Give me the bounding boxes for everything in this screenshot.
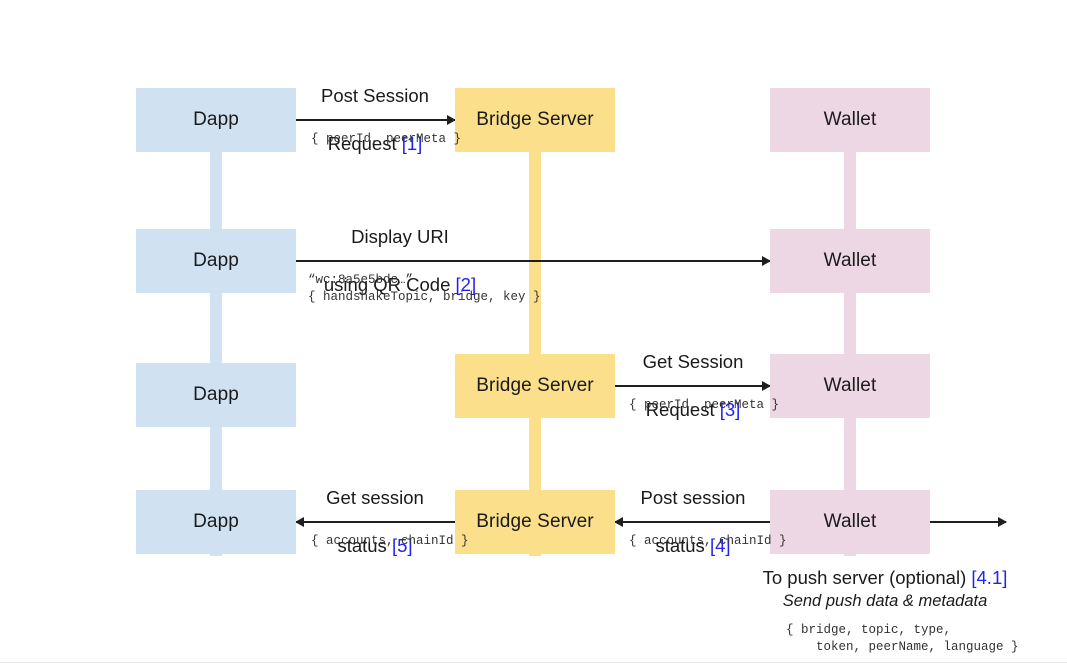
node-wallet-row4[interactable]: Wallet xyxy=(770,490,930,554)
node-label: Wallet xyxy=(823,375,877,396)
node-wallet-row1[interactable]: Wallet xyxy=(770,88,930,152)
node-label: Dapp xyxy=(193,384,239,405)
message-payload-4: { accounts, chainId } xyxy=(629,534,787,548)
node-label: Bridge Server xyxy=(476,511,594,532)
node-dapp-row3[interactable]: Dapp xyxy=(136,363,296,427)
lifeline-bridge xyxy=(529,88,541,556)
message-payload-5: { accounts, chainId } xyxy=(311,534,469,548)
node-label: Wallet xyxy=(823,109,877,130)
message-line-1: Post Session xyxy=(321,85,429,106)
node-bridge-row3[interactable]: Bridge Server xyxy=(455,354,615,418)
push-server-note: To push server (optional) [4.1] Send pus… xyxy=(740,566,1030,612)
node-label: Bridge Server xyxy=(476,375,594,396)
bottom-divider xyxy=(0,662,1067,663)
node-label: Dapp xyxy=(193,511,239,532)
node-wallet-row3[interactable]: Wallet xyxy=(770,354,930,418)
message-payload-3: { peerId, peerMeta } xyxy=(629,398,780,412)
node-dapp-row4[interactable]: Dapp xyxy=(136,490,296,554)
node-dapp-row1[interactable]: Dapp xyxy=(136,88,296,152)
node-label: Bridge Server xyxy=(476,109,594,130)
lifeline-dapp xyxy=(210,88,222,556)
node-bridge-row4[interactable]: Bridge Server xyxy=(455,490,615,554)
lifeline-wallet xyxy=(844,88,856,556)
push-note-step-number: [4.1] xyxy=(971,567,1008,588)
arrow-to-push-server xyxy=(930,517,1007,527)
node-label: Dapp xyxy=(193,250,239,271)
node-label: Dapp xyxy=(193,109,239,130)
push-note-subtitle: Send push data & metadata xyxy=(782,592,988,610)
message-line-1: Get Session xyxy=(642,351,744,372)
push-note-title-text: To push server (optional) xyxy=(762,567,972,588)
message-payload-1: { peerId, peerMeta } xyxy=(311,132,462,146)
arrowhead-right-icon xyxy=(998,517,1007,527)
node-wallet-row2[interactable]: Wallet xyxy=(770,229,930,293)
message-line-1: Display URI xyxy=(351,226,449,247)
node-label: Wallet xyxy=(823,250,877,271)
node-label: Wallet xyxy=(823,511,877,532)
node-bridge-row1[interactable]: Bridge Server xyxy=(455,88,615,152)
node-dapp-row2[interactable]: Dapp xyxy=(136,229,296,293)
message-payload-2: “wc:8a5e5bdc…” { handshakeTopic, bridge,… xyxy=(308,273,541,304)
message-line-1: Post session xyxy=(640,487,746,508)
sequence-diagram-canvas: Dapp Bridge Server Wallet Post Session R… xyxy=(0,0,1067,667)
push-note-title: To push server (optional) [4.1] xyxy=(740,566,1030,590)
push-note-payload: { bridge, topic, type, token, peerName, … xyxy=(786,623,1019,654)
message-line-1: Get session xyxy=(326,487,424,508)
